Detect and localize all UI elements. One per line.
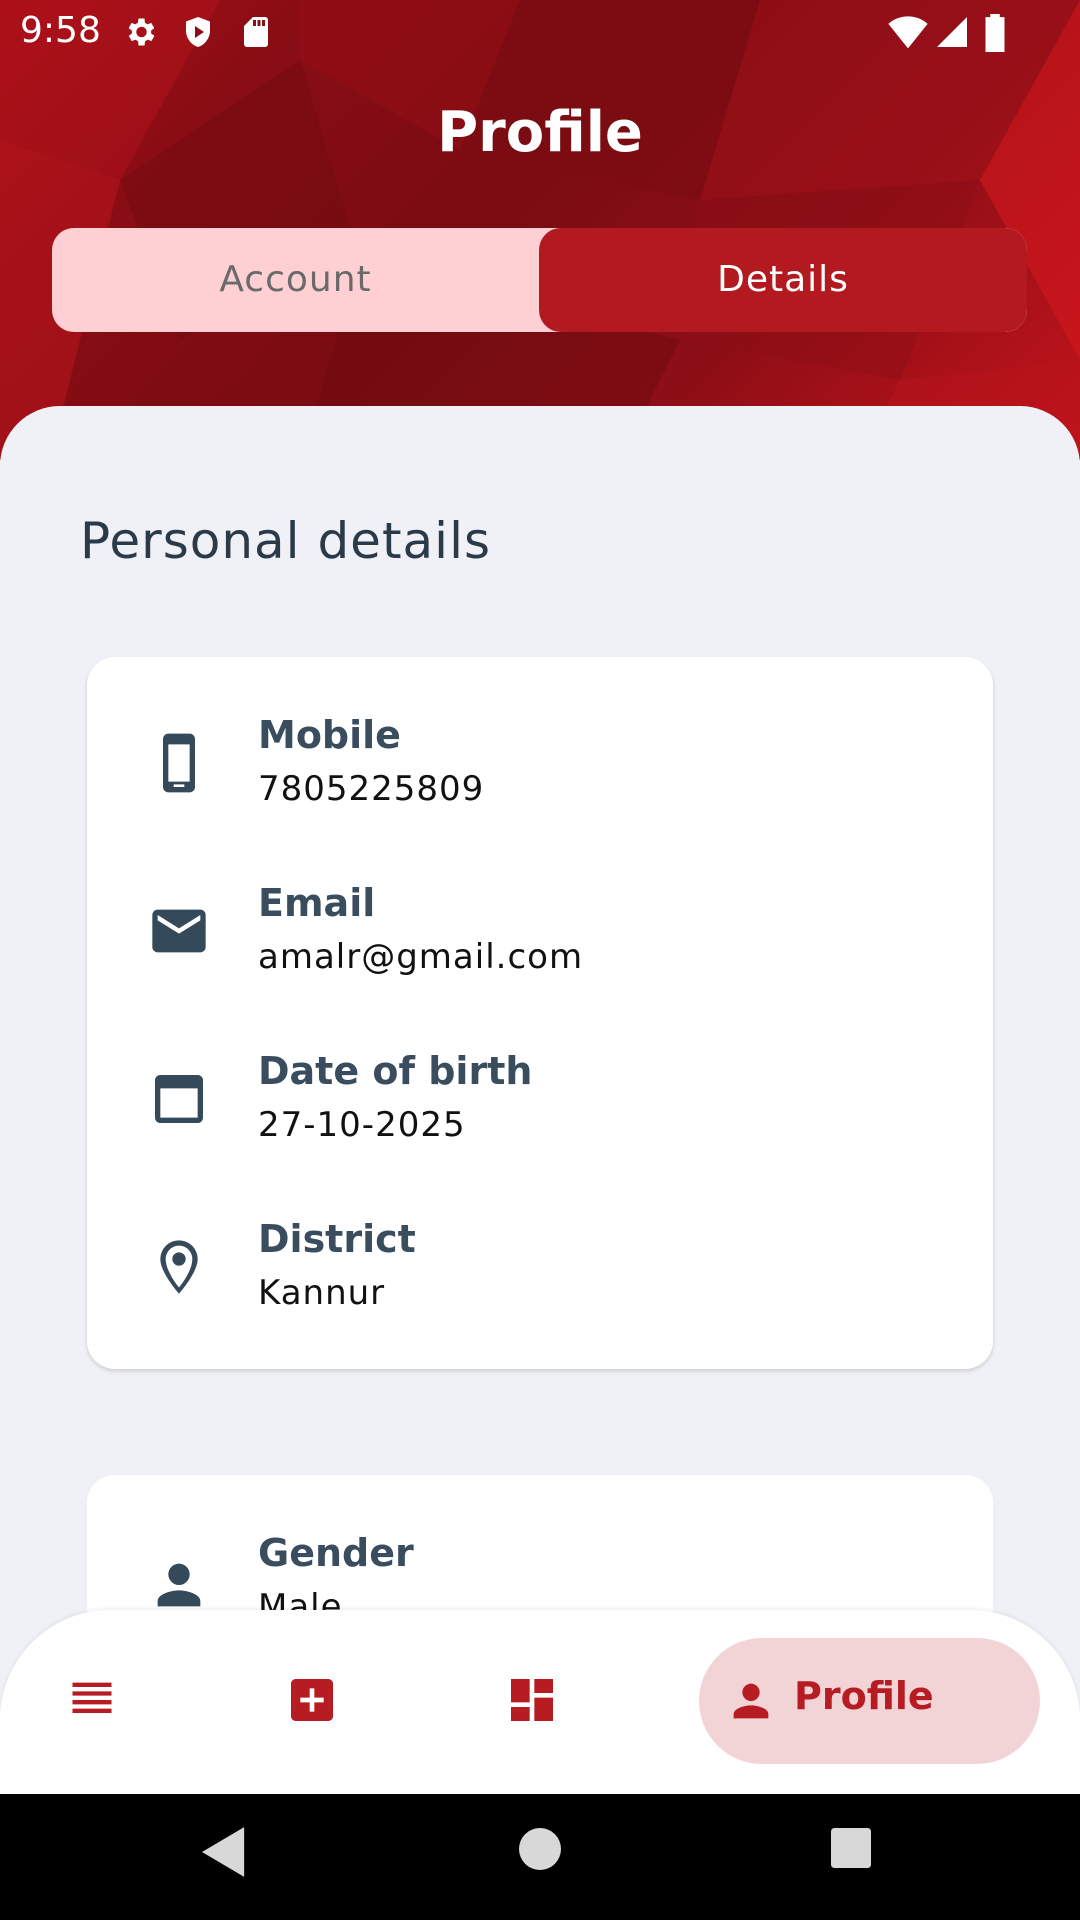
calendar-icon [155, 1075, 203, 1123]
email-icon [152, 909, 206, 953]
detail-row-date-of-birth: Date of birth 27-10-2025 [87, 1049, 993, 1189]
detail-label: Gender [258, 1531, 414, 1575]
settings-icon [128, 18, 155, 46]
detail-row-email: Email amalr@gmail.com [87, 881, 993, 1021]
back-icon[interactable] [202, 1827, 248, 1877]
nav-profile-label: Profile [794, 1674, 934, 1718]
status-time: 9:58 [20, 10, 101, 51]
nav-profile-button[interactable]: Profile [699, 1638, 1040, 1764]
tab-account[interactable]: Account [52, 228, 539, 332]
sd-card-icon [244, 17, 268, 47]
detail-label: Date of birth [258, 1049, 533, 1093]
home-icon[interactable] [519, 1828, 561, 1870]
detail-value: 7805225809 [258, 769, 485, 809]
bottom-navigation: Profile [0, 1610, 1080, 1794]
phone-icon [163, 733, 195, 793]
detail-row-district: District Kannur [87, 1217, 993, 1357]
signal-icon [937, 17, 967, 47]
recents-icon[interactable] [831, 1828, 871, 1868]
detail-row-mobile: Mobile 7805225809 [87, 713, 993, 853]
list-icon[interactable] [66, 1674, 118, 1726]
detail-value: amalr@gmail.com [258, 937, 584, 977]
section-title: Personal details [80, 512, 492, 570]
detail-label: Email [258, 881, 376, 925]
wifi-icon [888, 16, 928, 49]
location-pin-icon [160, 1240, 198, 1294]
add-box-icon[interactable] [284, 1672, 340, 1728]
tab-details[interactable]: Details [539, 228, 1027, 332]
page-title: Profile [437, 100, 643, 165]
detail-value: 27-10-2025 [258, 1105, 466, 1145]
detail-value: Kannur [258, 1273, 386, 1313]
shield-play-icon [186, 17, 210, 47]
profile-tab-bar: Account Details [52, 228, 1027, 332]
person-icon [733, 1683, 769, 1719]
detail-label: District [258, 1217, 416, 1261]
detail-label: Mobile [258, 713, 401, 757]
person-icon [157, 1563, 201, 1607]
dashboard-icon[interactable] [504, 1672, 560, 1728]
system-navigation-bar [0, 1794, 1080, 1920]
personal-details-card: Mobile 7805225809 Email amalr@gmail.com … [87, 657, 993, 1369]
status-bar: 9:58 [0, 0, 1080, 64]
battery-icon [985, 14, 1005, 52]
